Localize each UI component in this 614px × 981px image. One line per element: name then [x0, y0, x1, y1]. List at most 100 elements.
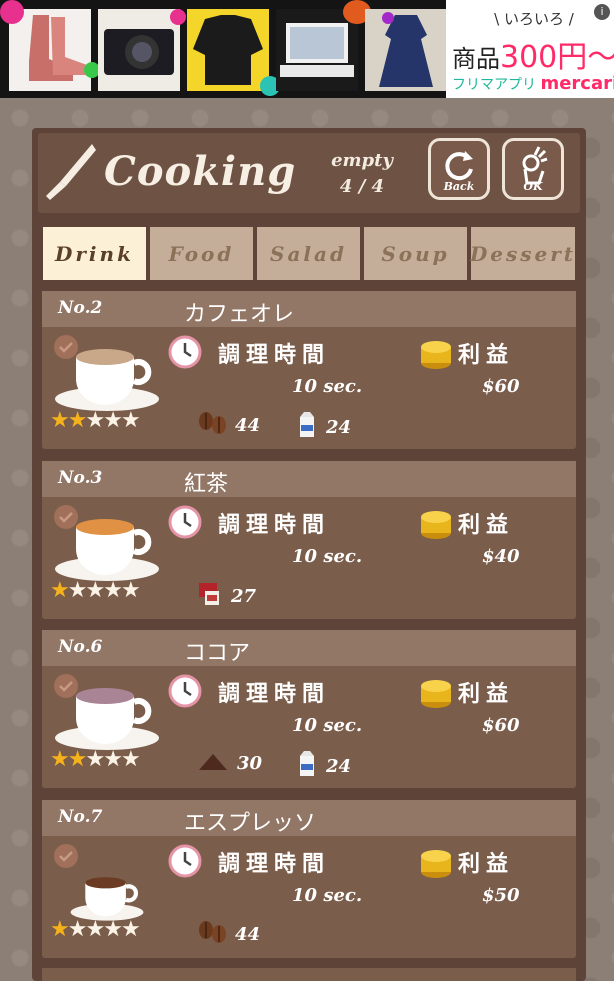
recipe-card[interactable]: No.7 エスプレッソ調理時間 利益 10 sec. $50 ★★★★★ 44 — [42, 800, 576, 958]
cook-time-value: 10 sec. — [292, 885, 363, 906]
ad-brand: mercari — [540, 73, 614, 94]
star-icon: ★ — [67, 578, 88, 603]
ad-price: 商品300円〜 — [452, 32, 614, 76]
ad-thumb-camera[interactable] — [98, 9, 180, 91]
coffee-beans-icon — [197, 920, 227, 949]
ingredient: 44 — [197, 920, 260, 949]
milk-icon — [296, 411, 318, 444]
tab-soup[interactable]: Soup — [364, 227, 467, 280]
ingredient-count: 44 — [235, 924, 261, 945]
ingredient-count: 24 — [326, 756, 352, 777]
tab-dessert[interactable]: Dessert — [470, 227, 575, 280]
recipe-name-bar — [42, 291, 576, 327]
star-icon: ★ — [85, 917, 105, 942]
recipe-card[interactable]: No.3 紅茶 調理時間 利益 10 sec. $40 ★★★★★ 27 — [42, 461, 576, 619]
profit-value: $60 — [482, 376, 520, 397]
ad-thumb-laptop[interactable] — [276, 9, 358, 91]
star-icon: ★ — [67, 408, 88, 433]
cook-time-value: 10 sec. — [292, 715, 363, 736]
milk-icon — [296, 750, 318, 783]
star-icon: ★ — [103, 747, 123, 772]
ad-banner[interactable]: \ いろいろ / 商品300円〜 フリマアプリ mercari i — [0, 0, 614, 98]
star-rating: ★★★★★ — [50, 917, 141, 942]
cook-time-value: 10 sec. — [292, 546, 363, 567]
cook-time-label: 調理時間 — [218, 343, 331, 368]
check-icon[interactable] — [54, 844, 78, 868]
recipe-name-bar — [42, 630, 576, 666]
back-label: Back — [443, 180, 475, 193]
recipe-card-partial — [42, 968, 576, 981]
ad-app-name: フリマアプリ — [452, 77, 536, 93]
recipe-number: No.6 — [58, 637, 103, 657]
ingredient: 24 — [296, 750, 351, 783]
ad-thumb-sweater[interactable] — [187, 9, 269, 91]
back-button[interactable]: Back — [428, 138, 490, 200]
profit-label: 利益 — [458, 513, 515, 538]
tab-salad[interactable]: Salad — [257, 227, 360, 280]
recipe-name: ココア — [184, 641, 251, 666]
recipe-number: No.3 — [58, 468, 103, 488]
star-icon: ★ — [50, 917, 70, 942]
star-icon: ★ — [50, 747, 70, 772]
ad-info-icon[interactable]: i — [594, 4, 610, 20]
profit-label: 利益 — [458, 852, 515, 877]
star-icon: ★ — [120, 747, 141, 772]
star-icon: ★ — [103, 408, 123, 433]
tab-food[interactable]: Food — [150, 227, 253, 280]
ok-button[interactable]: OK — [502, 138, 564, 200]
star-icon: ★ — [85, 408, 105, 433]
ingredient: 24 — [296, 411, 351, 444]
page-title: Cooking — [104, 148, 297, 195]
check-icon[interactable] — [54, 674, 78, 698]
cook-time-label: 調理時間 — [218, 852, 331, 877]
ingredient-count: 27 — [231, 586, 257, 607]
recipe-number: No.2 — [58, 298, 103, 318]
star-icon: ★ — [50, 578, 70, 603]
check-icon[interactable] — [54, 335, 78, 359]
profit-value: $50 — [482, 885, 520, 906]
cook-time-label: 調理時間 — [218, 513, 331, 538]
star-icon: ★ — [103, 917, 123, 942]
star-icon: ★ — [85, 747, 105, 772]
ingredient-count: 30 — [237, 753, 263, 774]
cook-time-value: 10 sec. — [292, 376, 363, 397]
recipe-name: エスプレッソ — [184, 811, 317, 836]
ad-tagline: \ いろいろ / — [494, 10, 574, 28]
star-icon: ★ — [120, 578, 141, 603]
ad-thumb-boots[interactable] — [9, 9, 91, 91]
check-icon[interactable] — [54, 505, 78, 529]
star-rating: ★★★★★ — [50, 747, 141, 772]
knife-icon — [46, 144, 96, 200]
star-rating: ★★★★★ — [50, 408, 141, 433]
star-rating: ★★★★★ — [50, 578, 141, 603]
tea-bag-icon — [197, 581, 223, 612]
ok-label: OK — [523, 180, 543, 193]
recipe-card[interactable]: No.2 カフェオレ 調理時間 利益 10 sec. $60 ★★★★★ 44 24 — [42, 291, 576, 449]
cocoa-icon — [197, 750, 229, 777]
star-icon: ★ — [103, 578, 123, 603]
ingredient: 27 — [197, 581, 256, 612]
coffee-beans-icon — [197, 411, 227, 440]
coin-stack-icon — [421, 680, 451, 708]
recipe-name-bar — [42, 461, 576, 497]
ad-app-line: フリマアプリ mercari — [452, 73, 614, 94]
star-icon: ★ — [67, 747, 88, 772]
ad-price-prefix: 商品 — [452, 45, 500, 73]
profit-label: 利益 — [458, 682, 515, 707]
ad-thumb-dress[interactable] — [365, 9, 447, 91]
profit-label: 利益 — [458, 343, 515, 368]
recipe-number: No.7 — [58, 807, 103, 827]
ad-price-value: 300円〜 — [500, 40, 614, 75]
slot-status-count: 4 / 4 — [339, 176, 385, 197]
clock-icon — [168, 505, 202, 539]
tab-drink[interactable]: Drink — [43, 227, 146, 280]
star-icon: ★ — [50, 408, 70, 433]
cook-time-label: 調理時間 — [218, 682, 331, 707]
profit-value: $60 — [482, 715, 520, 736]
coin-stack-icon — [421, 341, 451, 369]
ingredient: 44 — [197, 411, 260, 440]
star-icon: ★ — [120, 917, 141, 942]
clock-icon — [168, 335, 202, 369]
slot-status-label: empty — [331, 150, 393, 171]
recipe-card[interactable]: No.6 ココア 調理時間 利益 10 sec. $60 ★★★★★ 30 24 — [42, 630, 576, 788]
